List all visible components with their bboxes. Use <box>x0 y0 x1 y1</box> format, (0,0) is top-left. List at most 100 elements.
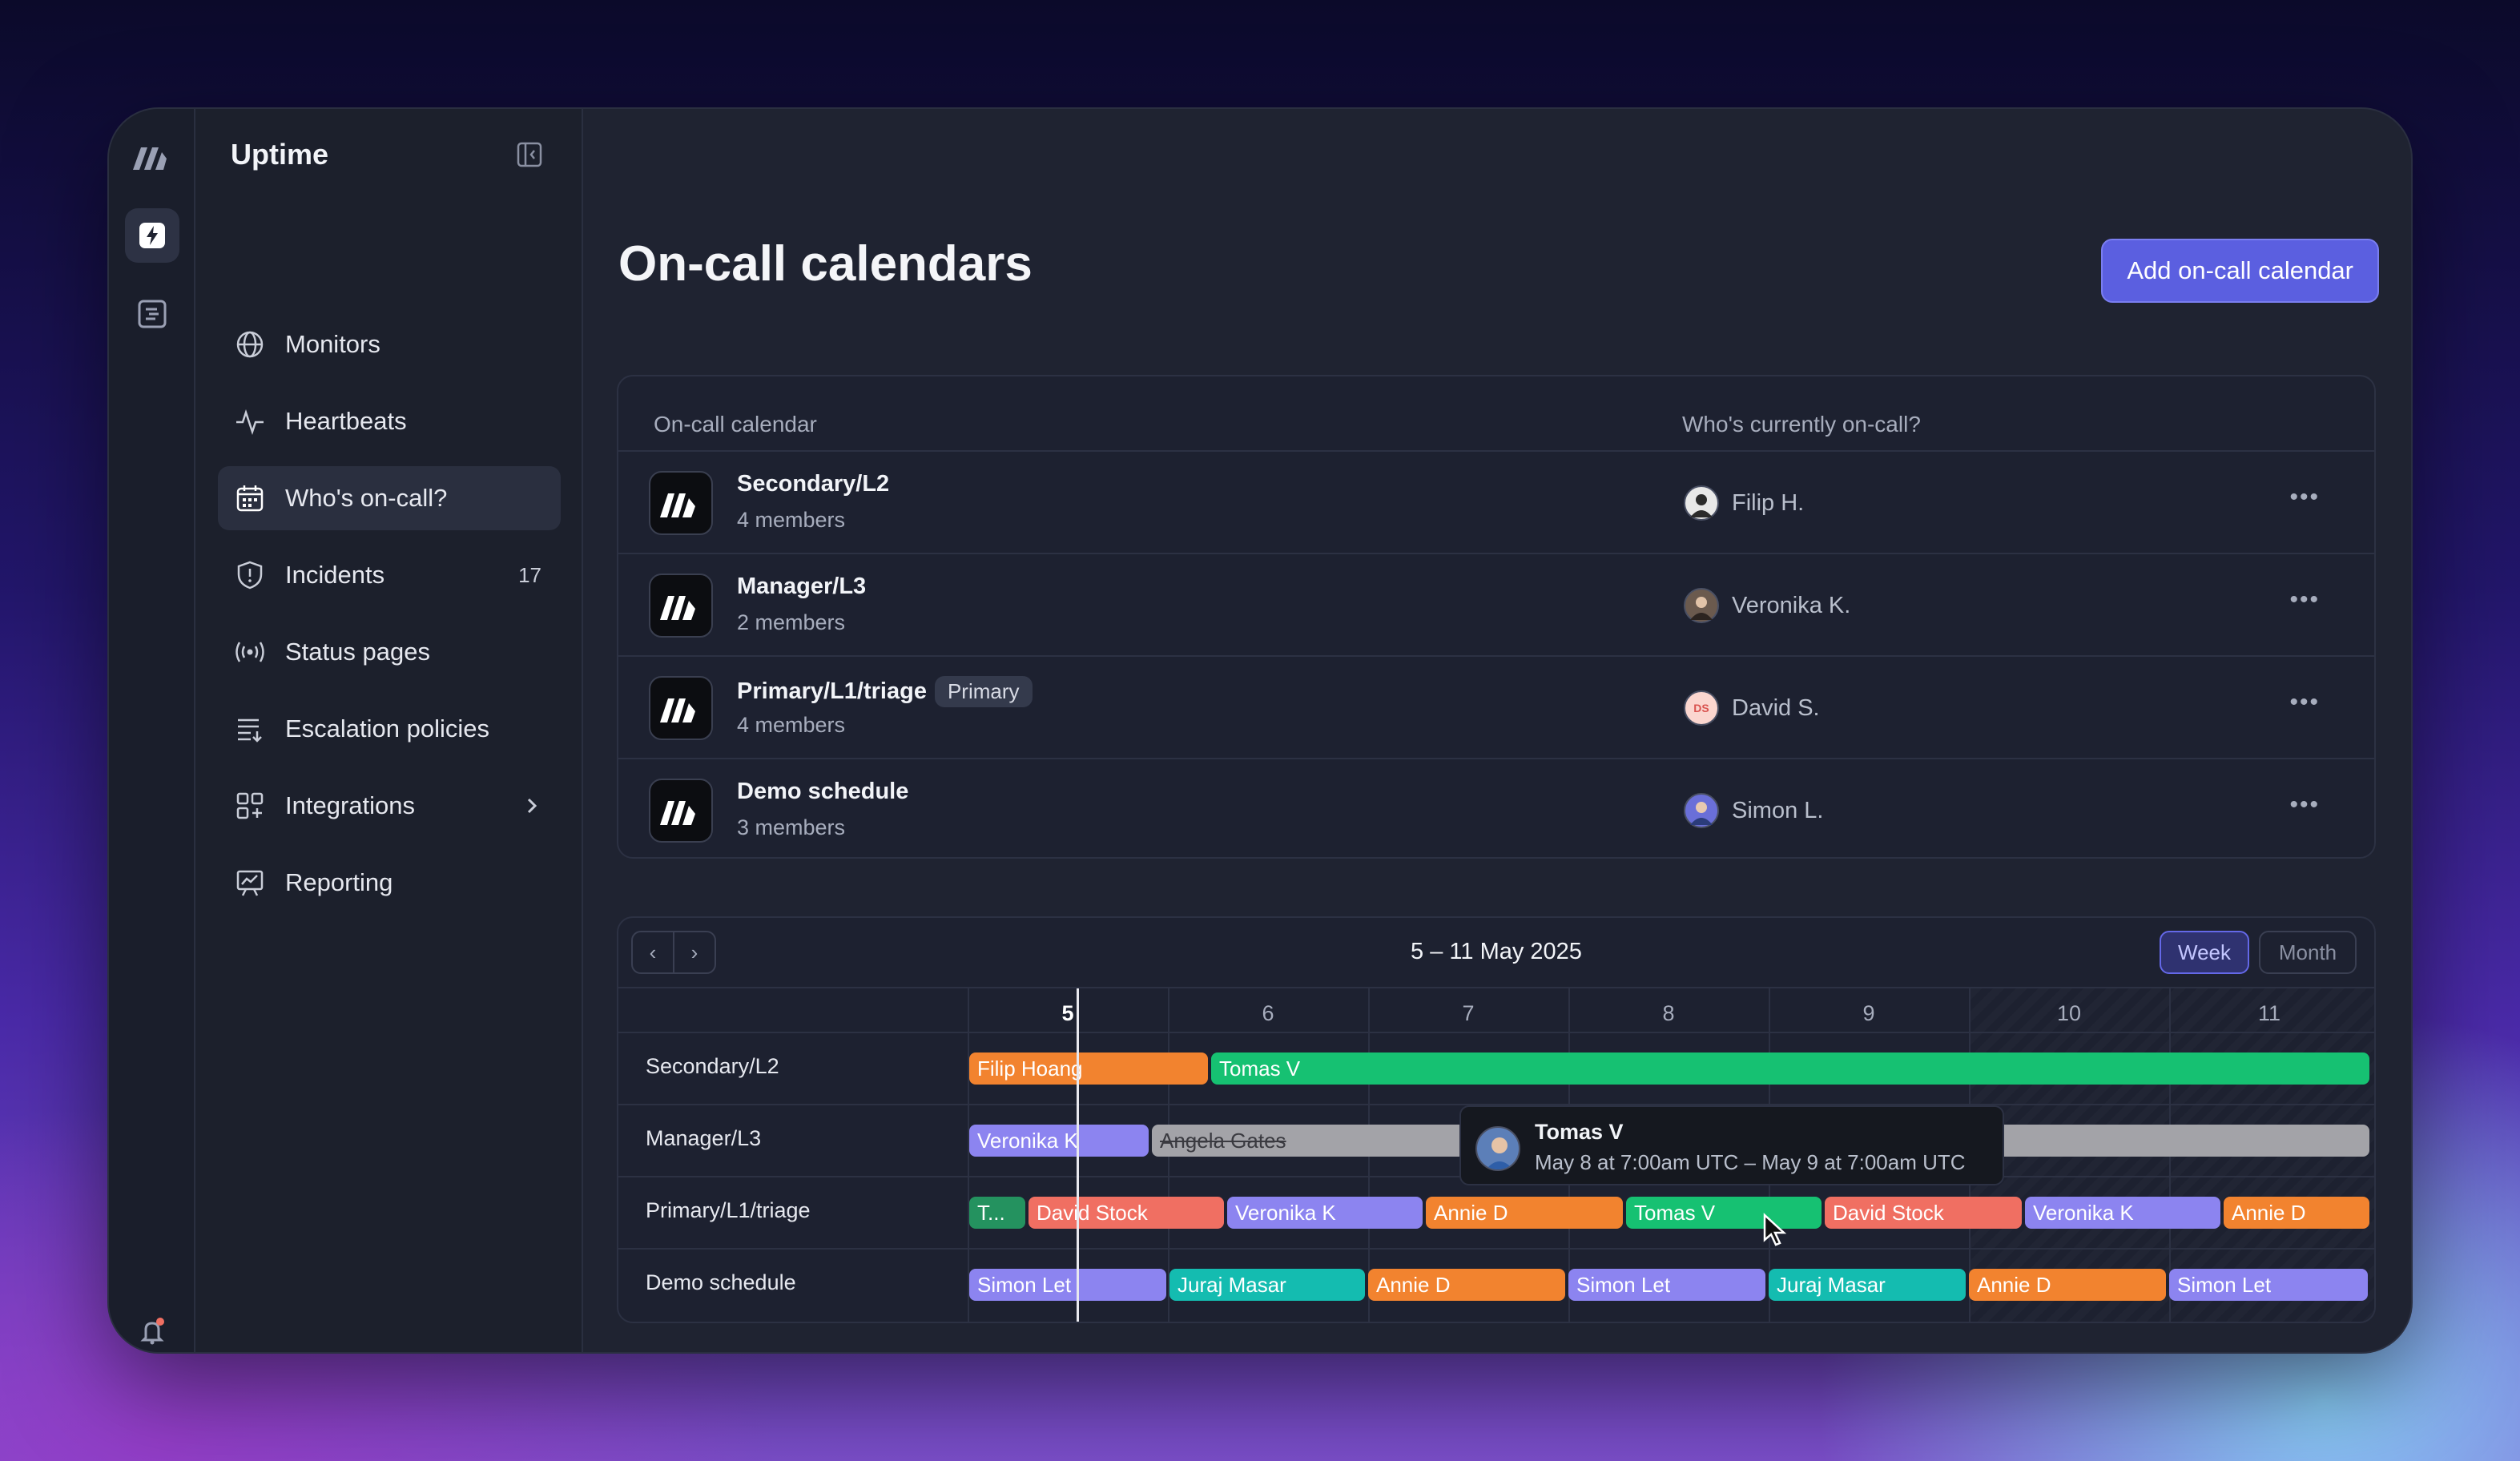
shield-icon <box>234 559 266 591</box>
globe-icon <box>234 328 266 360</box>
sidebar-item-incidents[interactable]: Incidents 17 <box>218 543 561 607</box>
on-call-name: David S. <box>1732 694 1820 721</box>
on-call-name: Simon L. <box>1732 797 1824 823</box>
tooltip-name: Tomas V <box>1535 1120 1624 1144</box>
shift-bar[interactable]: Veronika K <box>969 1125 1149 1157</box>
day-header: 8 <box>1662 1001 1675 1025</box>
shift-bar[interactable]: Veronika K <box>1227 1197 1423 1229</box>
page-title: On-call calendars <box>618 236 1033 292</box>
more-options-icon[interactable]: ••• <box>2289 586 2320 614</box>
lane-label: Primary/L1/triage <box>646 1198 811 1222</box>
member-count: 2 members <box>737 610 846 634</box>
lane-label: Secondary/L2 <box>646 1054 779 1078</box>
shift-bar[interactable]: Simon Let <box>969 1269 1166 1301</box>
on-call-name: Veronika K. <box>1732 592 1851 618</box>
icon-rail <box>109 109 195 1352</box>
sidebar-item-integrations[interactable]: Integrations <box>218 774 561 838</box>
shift-tooltip: Tomas V May 8 at 7:00am UTC – May 9 at 7… <box>1459 1105 2004 1185</box>
sidebar-item-reporting[interactable]: Reporting <box>218 851 561 915</box>
logs-nav-button[interactable] <box>125 287 179 341</box>
collapse-sidebar-icon[interactable] <box>516 141 543 168</box>
document-list-icon <box>138 300 167 328</box>
sidebar-item-escalation-policies[interactable]: Escalation policies <box>218 697 561 761</box>
shift-bar[interactable]: Annie D <box>1969 1269 2166 1301</box>
current-time-indicator <box>1077 988 1079 1322</box>
calendar-header: ‹ › 5 – 11 May 2025 Week Month <box>618 918 2374 988</box>
sidebar-item-label: Integrations <box>285 791 415 819</box>
calendar-name[interactable]: Demo schedule <box>737 779 908 805</box>
month-view-button[interactable]: Month <box>2259 931 2357 974</box>
sidebar-item-monitors[interactable]: Monitors <box>218 312 561 376</box>
shift-bar[interactable]: Juraj Masar <box>1769 1269 1966 1301</box>
sidebar-item-label: Escalation policies <box>285 714 490 743</box>
day-header: 6 <box>1262 1001 1274 1025</box>
table-row[interactable]: Demo schedule 3 members Simon L. ••• <box>618 758 2374 860</box>
on-call-person: Filip H. <box>1684 485 1804 521</box>
table-row[interactable]: Primary/L1/triage Primary 4 members DS Da… <box>618 655 2374 758</box>
shift-bar[interactable]: Veronika K <box>2025 1197 2220 1229</box>
shift-bar[interactable]: David Stock <box>1029 1197 1224 1229</box>
member-count: 4 members <box>737 508 846 532</box>
sidebar-item-label: Monitors <box>285 330 380 358</box>
on-call-calendars-table: On-call calendar Who's currently on-call… <box>617 375 2376 859</box>
table-row[interactable]: Secondary/L2 4 members Filip H. ••• <box>618 450 2374 553</box>
calendar-name[interactable]: Primary/L1/triage Primary <box>737 676 1033 707</box>
sidebar-item-label: Status pages <box>285 638 430 666</box>
uptime-nav-button[interactable] <box>125 208 179 263</box>
on-call-person: DS David S. <box>1684 690 1820 726</box>
primary-badge: Primary <box>934 676 1033 707</box>
more-options-icon[interactable]: ••• <box>2289 791 2320 819</box>
mouse-cursor-icon <box>1763 1213 1787 1246</box>
shift-bar[interactable]: Annie D <box>2224 1197 2369 1229</box>
sidebar-item-heartbeats[interactable]: Heartbeats <box>218 389 561 453</box>
sidebar-item-whos-on-call[interactable]: Who's on-call? <box>218 466 561 530</box>
shift-bar[interactable]: Annie D <box>1368 1269 1565 1301</box>
calendar-name[interactable]: Manager/L3 <box>737 574 866 600</box>
calendar-name[interactable]: Secondary/L2 <box>737 471 889 497</box>
sidebar-item-label: Who's on-call? <box>285 484 448 512</box>
day-header: 5 <box>1061 1001 1074 1025</box>
sidebar-item-status-pages[interactable]: Status pages <box>218 620 561 684</box>
app-logo-icon[interactable] <box>128 135 173 179</box>
calendar-logo-icon <box>649 779 713 843</box>
calendar-logo-icon <box>649 676 713 740</box>
avatar <box>1684 588 1719 623</box>
avatar: DS <box>1684 690 1719 726</box>
notifications-button[interactable] <box>125 1304 179 1352</box>
shift-bar[interactable]: Simon Let <box>1568 1269 1765 1301</box>
week-view-button[interactable]: Week <box>2160 931 2249 974</box>
on-call-person: Veronika K. <box>1684 588 1850 623</box>
bolt-icon <box>139 223 165 248</box>
column-header-on-call: Who's currently on-call? <box>1682 412 1921 437</box>
sidebar-item-label: Reporting <box>285 868 393 896</box>
sidebar-item-label: Heartbeats <box>285 407 407 435</box>
broadcast-icon <box>234 636 266 668</box>
shift-bar[interactable]: Annie D <box>1426 1197 1623 1229</box>
calendar-logo-icon <box>649 574 713 638</box>
more-options-icon[interactable]: ••• <box>2289 689 2320 716</box>
shift-bar[interactable]: T... <box>969 1197 1025 1229</box>
lane-label: Manager/L3 <box>646 1126 762 1150</box>
shift-bar[interactable]: Tomas V <box>1626 1197 1822 1229</box>
shift-bar[interactable]: Filip Hoang <box>969 1052 1208 1085</box>
lane-label: Demo schedule <box>646 1270 796 1294</box>
sidebar: Uptime Monitors Heartbeats Who's on-call… <box>195 109 583 1352</box>
shift-bar[interactable]: Simon Let <box>2169 1269 2368 1301</box>
day-header: 9 <box>1862 1001 1875 1025</box>
more-options-icon[interactable]: ••• <box>2289 484 2320 511</box>
avatar <box>1684 793 1719 828</box>
table-row[interactable]: Manager/L3 2 members Veronika K. ••• <box>618 553 2374 655</box>
calendar-icon <box>234 482 266 514</box>
bell-icon <box>140 1318 164 1345</box>
shift-bar[interactable]: Tomas V <box>1211 1052 2369 1085</box>
add-on-call-calendar-button[interactable]: Add on-call calendar <box>2101 239 2379 303</box>
calendar-name-text: Primary/L1/triage <box>737 678 927 704</box>
list-icon <box>234 713 266 745</box>
tooltip-time: May 8 at 7:00am UTC – May 9 at 7:00am UT… <box>1535 1150 1966 1174</box>
shift-bar[interactable]: David Stock <box>1825 1197 2022 1229</box>
column-header-calendar: On-call calendar <box>654 412 817 437</box>
shift-bar[interactable]: Juraj Masar <box>1169 1269 1365 1301</box>
day-header: 11 <box>2257 1001 2281 1025</box>
day-header: 10 <box>2056 1001 2082 1025</box>
calendar-lane: Demo schedule Simon Let Juraj Masar Anni… <box>618 1248 2374 1320</box>
